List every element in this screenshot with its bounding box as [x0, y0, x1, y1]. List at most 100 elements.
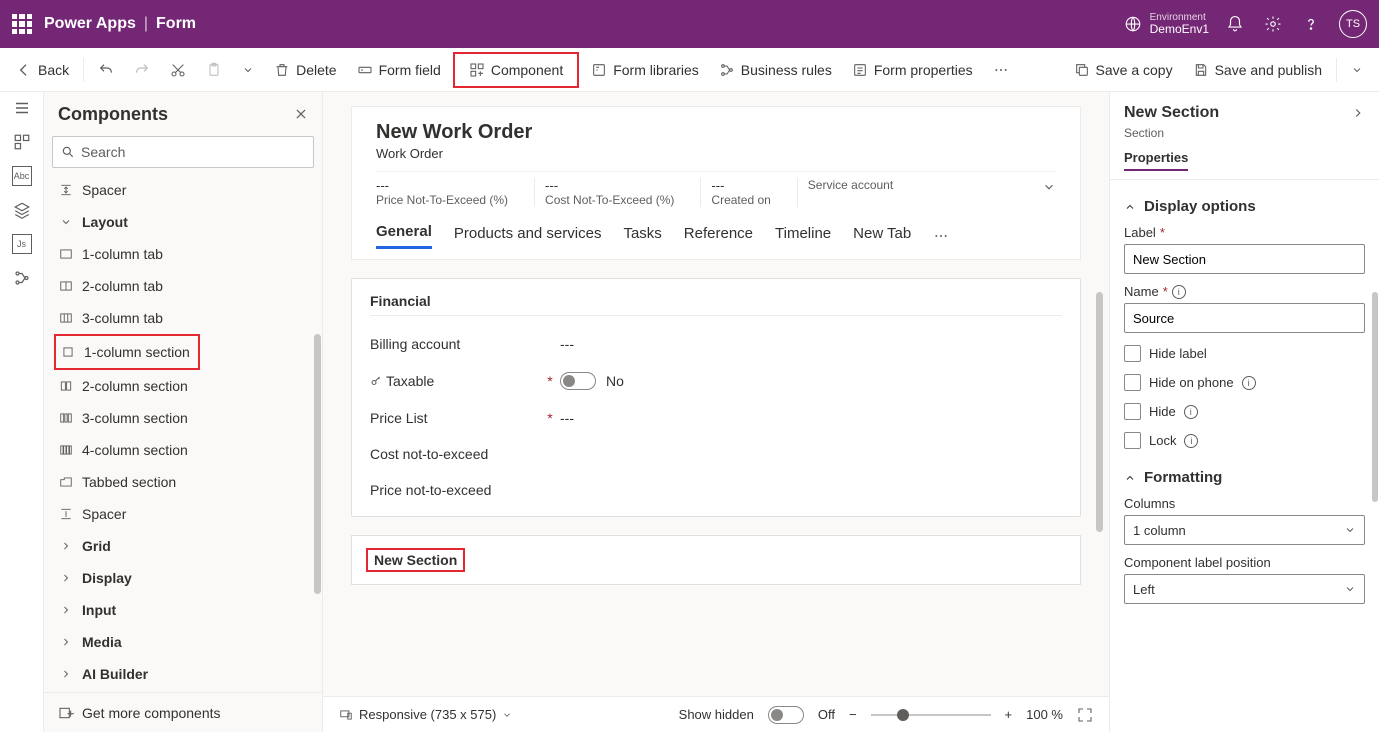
- tab-newtab[interactable]: New Tab: [853, 225, 911, 248]
- zoom-slider[interactable]: [871, 714, 991, 716]
- lock-checkbox[interactable]: Locki: [1124, 432, 1365, 449]
- business-rules-button[interactable]: Business rules: [711, 54, 840, 86]
- display-group[interactable]: Display: [48, 562, 322, 594]
- save-publish-button[interactable]: Save and publish: [1185, 54, 1330, 86]
- field-price-nte[interactable]: Price not-to-exceed: [370, 482, 1062, 498]
- 2col-sec-icon: [58, 378, 74, 394]
- layout-item-3coltab[interactable]: 3-column tab: [48, 302, 322, 334]
- hide-phone-checkbox[interactable]: Hide on phonei: [1124, 374, 1365, 391]
- search-input[interactable]: Search: [52, 136, 314, 168]
- component-button[interactable]: Component: [461, 54, 571, 86]
- props-tab[interactable]: Properties: [1124, 150, 1188, 171]
- info-icon[interactable]: i: [1184, 434, 1198, 448]
- header-field[interactable]: ---Cost Not-To-Exceed (%): [534, 178, 674, 207]
- save-chevron[interactable]: [1343, 64, 1371, 76]
- help-icon[interactable]: [1301, 14, 1321, 34]
- grid-group[interactable]: Grid: [48, 530, 322, 562]
- columns-select[interactable]: 1 column: [1124, 515, 1365, 545]
- group-formatting[interactable]: Formatting: [1124, 469, 1365, 486]
- layout-item-1coltab[interactable]: 1-column tab: [48, 238, 322, 270]
- fit-icon[interactable]: [1077, 707, 1093, 723]
- add-panel-icon: [58, 705, 74, 721]
- header-field[interactable]: Service account: [797, 178, 893, 207]
- layout-item-2colsec[interactable]: 2-column section: [48, 370, 322, 402]
- save-copy-button[interactable]: Save a copy: [1066, 54, 1181, 86]
- form-card[interactable]: New Work Order Work Order ---Price Not-T…: [351, 106, 1081, 260]
- delete-button[interactable]: Delete: [266, 54, 344, 86]
- tab-general[interactable]: General: [376, 223, 432, 249]
- gear-icon[interactable]: [1263, 14, 1283, 34]
- show-hidden-toggle[interactable]: [768, 706, 804, 724]
- zoom-plus[interactable]: +: [1005, 707, 1013, 722]
- overflow-button[interactable]: [985, 54, 1017, 86]
- field-billing-account[interactable]: Billing account---: [370, 336, 1062, 352]
- redo-button[interactable]: [126, 54, 158, 86]
- aibuilder-group[interactable]: AI Builder: [48, 658, 322, 690]
- waffle-icon[interactable]: [12, 14, 32, 34]
- layout-item-2coltab[interactable]: 2-column tab: [48, 270, 322, 302]
- tabbed-icon: [58, 474, 74, 490]
- field-taxable[interactable]: Taxable * No: [370, 372, 1062, 390]
- close-icon[interactable]: [294, 107, 308, 121]
- panel-scrollbar[interactable]: [312, 174, 322, 692]
- tab-products[interactable]: Products and services: [454, 225, 602, 248]
- components-panel: Components Search Spacer Layout 1-column…: [44, 92, 323, 732]
- header-expand[interactable]: [1042, 178, 1056, 207]
- components-rail-icon[interactable]: [12, 132, 32, 152]
- undo-button[interactable]: [90, 54, 122, 86]
- form-libraries-button[interactable]: Form libraries: [583, 54, 707, 86]
- toggle-taxable[interactable]: [560, 372, 596, 390]
- hamburger-icon[interactable]: [12, 98, 32, 118]
- layout-item-spacer[interactable]: Spacer: [48, 498, 322, 530]
- section-financial[interactable]: Financial Billing account--- Taxable * N…: [351, 278, 1081, 517]
- label-input[interactable]: [1124, 244, 1365, 274]
- avatar[interactable]: TS: [1339, 10, 1367, 38]
- group-display-options[interactable]: Display options: [1124, 198, 1365, 215]
- canvas-scrollbar[interactable]: [1096, 292, 1103, 532]
- tab-timeline[interactable]: Timeline: [775, 225, 831, 248]
- tabs-overflow[interactable]: [933, 228, 949, 244]
- props-scrollbar[interactable]: [1372, 292, 1378, 502]
- info-icon[interactable]: i: [1242, 376, 1256, 390]
- layout-item-1colsec[interactable]: 1-column section: [56, 336, 198, 368]
- spacer-icon: [58, 506, 74, 522]
- hide-label-checkbox[interactable]: Hide label: [1124, 345, 1365, 362]
- zoom-minus[interactable]: −: [849, 707, 857, 722]
- label-pos-select[interactable]: Left: [1124, 574, 1365, 604]
- header-field[interactable]: ---Created on: [700, 178, 770, 207]
- info-icon[interactable]: i: [1172, 285, 1186, 299]
- expand-icon[interactable]: [1351, 106, 1365, 120]
- form-properties-button[interactable]: Form properties: [844, 54, 981, 86]
- tab-tasks[interactable]: Tasks: [623, 225, 661, 248]
- tree-rail-icon[interactable]: [12, 268, 32, 288]
- header-field[interactable]: ---Price Not-To-Exceed (%): [376, 178, 508, 207]
- name-input[interactable]: [1124, 303, 1365, 333]
- cut-button[interactable]: [162, 54, 194, 86]
- form-field-button[interactable]: Form field: [349, 54, 449, 86]
- layout-item-4colsec[interactable]: 4-column section: [48, 434, 322, 466]
- get-more-components[interactable]: Get more components: [44, 692, 322, 732]
- media-group[interactable]: Media: [48, 626, 322, 658]
- environment-picker[interactable]: Environment DemoEnv1: [1124, 12, 1209, 36]
- js-rail-icon[interactable]: Js: [12, 234, 32, 254]
- info-icon[interactable]: i: [1184, 405, 1198, 419]
- layout-item-3colsec[interactable]: 3-column section: [48, 402, 322, 434]
- paste-button[interactable]: [198, 54, 230, 86]
- layout-item-tabbed[interactable]: Tabbed section: [48, 466, 322, 498]
- search-placeholder: Search: [81, 144, 125, 160]
- input-group[interactable]: Input: [48, 594, 322, 626]
- back-button[interactable]: Back: [8, 54, 77, 86]
- layers-rail-icon[interactable]: [12, 200, 32, 220]
- field-cost-nte[interactable]: Cost not-to-exceed: [370, 446, 1062, 462]
- responsive-indicator[interactable]: Responsive (735 x 575): [339, 707, 512, 722]
- hide-checkbox[interactable]: Hidei: [1124, 403, 1365, 420]
- title-separator: |: [144, 15, 148, 33]
- layout-group[interactable]: Layout: [48, 206, 322, 238]
- tab-reference[interactable]: Reference: [684, 225, 753, 248]
- field-price-list[interactable]: Price List*---: [370, 410, 1062, 426]
- bell-icon[interactable]: [1225, 14, 1245, 34]
- spacer-item-top[interactable]: Spacer: [48, 174, 322, 206]
- paste-chevron[interactable]: [234, 64, 262, 76]
- abc-rail-icon[interactable]: Abc: [12, 166, 32, 186]
- section-new[interactable]: New Section: [351, 535, 1081, 585]
